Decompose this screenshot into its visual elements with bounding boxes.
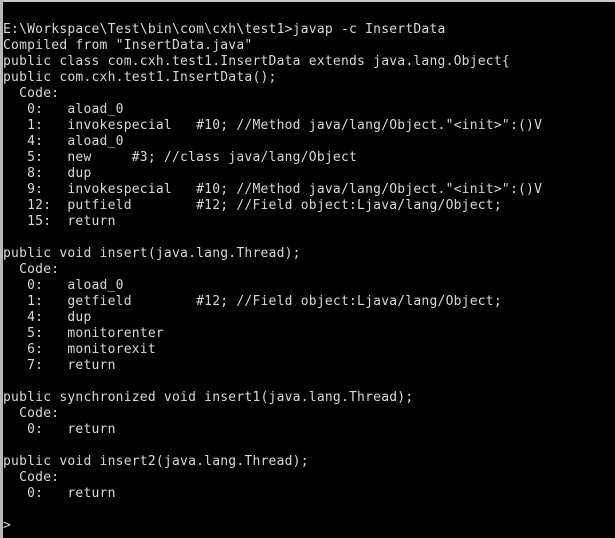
window-top-border [0, 0, 615, 2]
console-line: Code: [3, 262, 60, 277]
console-line: 6: monitorexit [3, 342, 156, 357]
console-line: 15: return [3, 214, 116, 229]
console-line: 4: aload_0 [3, 134, 124, 149]
console-line: Code: [3, 406, 60, 421]
console-line: public void insert(java.lang.Thread); [3, 246, 301, 261]
console-line: 0: return [3, 422, 116, 437]
console-line: 9: invokespecial #10; //Method java/lang… [3, 182, 543, 197]
console-line: Code: [3, 470, 60, 485]
console-prompt-line[interactable]: > [3, 518, 615, 534]
console-output-area[interactable]: E:\Workspace\Test\bin\com\cxh\test1>java… [3, 22, 615, 538]
console-line: public void insert2(java.lang.Thread); [3, 454, 309, 469]
console-line: 0: return [3, 486, 116, 501]
console-line: 5: monitorenter [3, 326, 164, 341]
console-line: public synchronized void insert1(java.la… [3, 390, 414, 405]
console-line: 7: return [3, 358, 116, 373]
console-line: 0: aload_0 [3, 102, 124, 117]
console-line: 1: invokespecial #10; //Method java/lang… [3, 118, 543, 133]
console-line: Compiled from "InsertData.java" [3, 38, 253, 53]
console-line: 8: dup [3, 166, 92, 181]
console-line: 0: aload_0 [3, 278, 124, 293]
console-line: E:\Workspace\Test\bin\com\cxh\test1>java… [3, 22, 446, 37]
console-line: 5: new #3; //class java/lang/Object [3, 150, 358, 165]
console-line: 4: dup [3, 310, 92, 325]
console-line: 12: putfield #12; //Field object:Ljava/l… [3, 198, 502, 213]
command-prompt-window[interactable]: E:\Workspace\Test\bin\com\cxh\test1>java… [0, 0, 615, 538]
console-line: 1: getfield #12; //Field object:Ljava/la… [3, 294, 502, 309]
console-line: Code: [3, 86, 60, 101]
console-line: public com.cxh.test1.InsertData(); [3, 70, 277, 85]
console-line: public class com.cxh.test1.InsertData ex… [3, 54, 510, 69]
